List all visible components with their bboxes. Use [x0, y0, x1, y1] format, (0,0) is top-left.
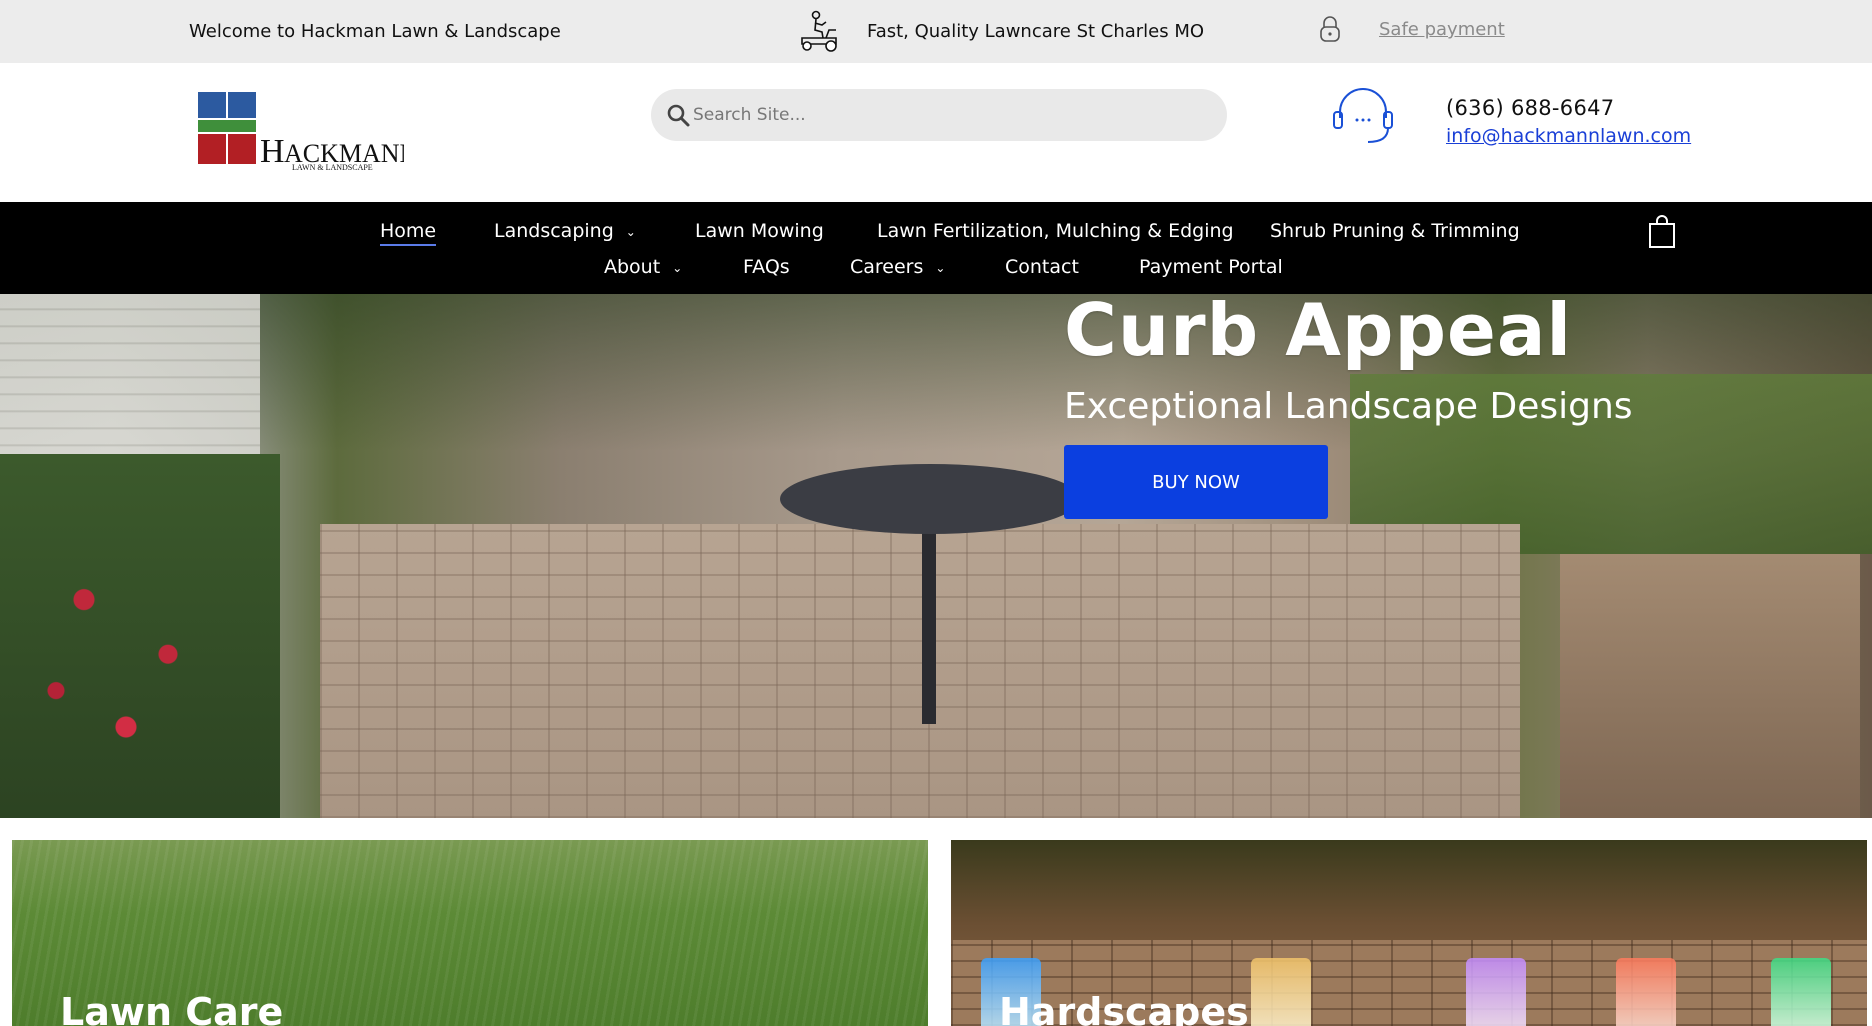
logo-subline: LAWN & LANDSCAPE	[292, 163, 373, 172]
card-image-waterfall	[1771, 958, 1831, 1026]
search-input[interactable]	[693, 89, 1213, 141]
hero-image-pillar	[1560, 554, 1860, 818]
nav-item-label: Landscaping	[494, 220, 614, 242]
nav-item-label: Home	[380, 220, 437, 242]
nav-item-faqs[interactable]: FAQs	[743, 256, 790, 278]
chevron-down-icon[interactable]: ⌄	[626, 225, 636, 239]
hero-image-table-leg	[922, 524, 936, 724]
svg-text:H: H	[260, 133, 285, 170]
headset-icon	[1333, 88, 1393, 143]
buy-now-button[interactable]: BUY NOW	[1064, 445, 1328, 519]
card-image-waterfall	[1616, 958, 1676, 1026]
card-title: Lawn Care	[60, 990, 284, 1026]
shopping-bag-icon[interactable]	[1648, 215, 1676, 249]
card-image-waterfall	[1251, 958, 1311, 1026]
nav-item-home[interactable]: Home	[380, 220, 437, 246]
nav-item-shrub-pruning[interactable]: Shrub Pruning & Trimming	[1270, 220, 1520, 242]
nav-item-lawn-fertilization[interactable]: Lawn Fertilization, Mulching & Edging	[877, 220, 1234, 242]
welcome-text: Welcome to Hackman Lawn & Landscape	[189, 21, 561, 42]
hardscapes-card[interactable]: Hardscapes	[951, 840, 1867, 1026]
hero-image-flowers	[0, 454, 280, 818]
card-title: Hardscapes	[999, 990, 1249, 1026]
card-image-waterfall	[1466, 958, 1526, 1026]
search-icon[interactable]	[665, 102, 691, 128]
safe-payment-link[interactable]: Safe payment	[1379, 19, 1505, 40]
hero-title: Curb Appeal	[1064, 288, 1573, 372]
hero-banner	[0, 294, 1872, 818]
lock-icon	[1320, 16, 1340, 42]
nav-item-lawn-mowing[interactable]: Lawn Mowing	[695, 220, 824, 242]
nav-item-label: FAQs	[743, 256, 790, 278]
lawn-care-card[interactable]: Lawn Care	[12, 840, 928, 1026]
hero-image-table	[780, 464, 1080, 534]
nav-item-label: About	[604, 256, 661, 278]
nav-item-label: Lawn Fertilization, Mulching & Edging	[877, 220, 1234, 242]
tagline-text: Fast, Quality Lawncare St Charles MO	[867, 21, 1205, 42]
main-nav: Home Landscaping ⌄ Lawn Mowing Lawn Ferti…	[0, 202, 1872, 294]
nav-item-label: Payment Portal	[1139, 256, 1283, 278]
email-link[interactable]: info@hackmannlawn.com	[1446, 125, 1691, 147]
nav-item-label: Shrub Pruning & Trimming	[1270, 220, 1520, 242]
phone-number[interactable]: (636) 688-6647	[1446, 96, 1614, 120]
nav-item-contact[interactable]: Contact	[1005, 256, 1079, 278]
search-bar[interactable]	[651, 89, 1227, 141]
nav-item-label: Contact	[1005, 256, 1079, 278]
nav-item-about[interactable]: About ⌄	[604, 256, 682, 278]
nav-item-landscaping[interactable]: Landscaping ⌄	[494, 220, 636, 242]
hackmann-logo[interactable]: H ACKMANN LAWN & LANDSCAPE	[198, 92, 404, 176]
hero-image-patio	[320, 524, 1520, 818]
nav-item-label: Lawn Mowing	[695, 220, 824, 242]
chevron-down-icon[interactable]: ⌄	[935, 261, 945, 275]
chevron-down-icon[interactable]: ⌄	[672, 261, 682, 275]
hero-subtitle: Exceptional Landscape Designs	[1064, 386, 1633, 427]
nav-item-payment-portal[interactable]: Payment Portal	[1139, 256, 1283, 278]
nav-item-careers[interactable]: Careers ⌄	[850, 256, 945, 278]
top-bar: Welcome to Hackman Lawn & Landscape Fast…	[0, 0, 1872, 63]
nav-item-label: Careers	[850, 256, 924, 278]
mower-icon	[801, 10, 837, 52]
